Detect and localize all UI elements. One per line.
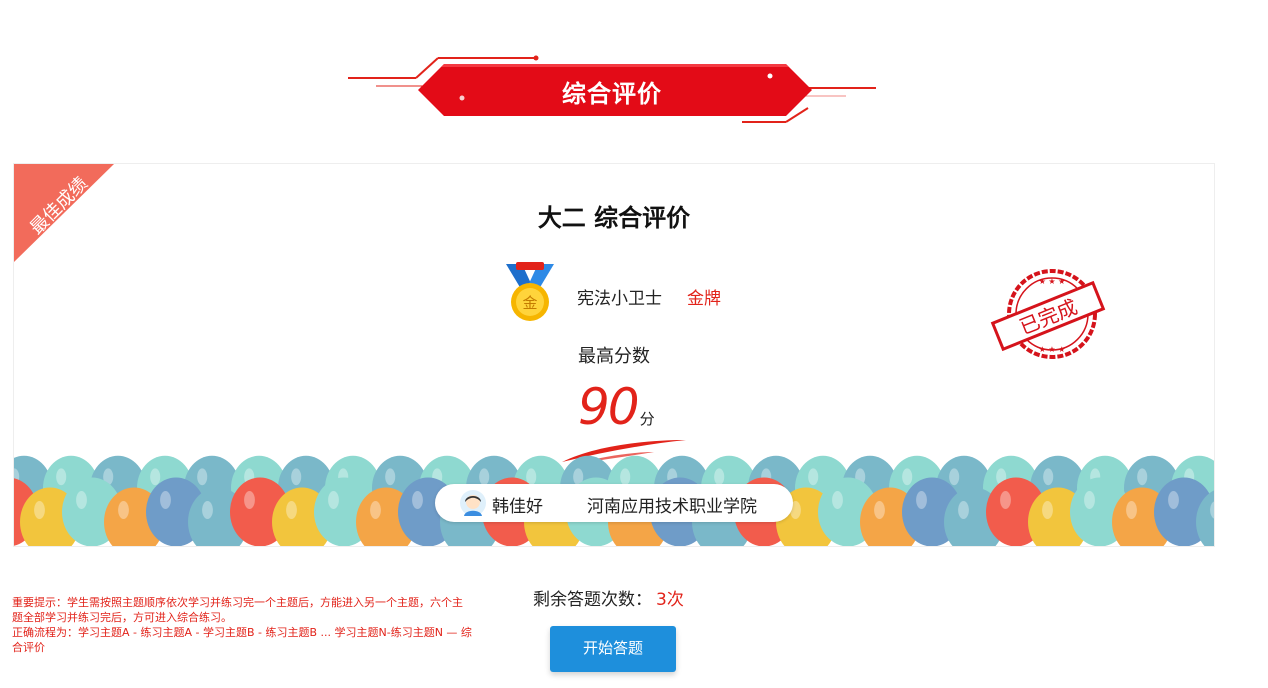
- svg-text:★ ★ ★: ★ ★ ★: [1039, 345, 1066, 354]
- balloon-highlight: [118, 501, 129, 519]
- score-unit: 分: [639, 410, 655, 428]
- balloon-highlight: [76, 491, 87, 509]
- balloon-highlight: [370, 501, 381, 519]
- balloon-highlight: [56, 468, 67, 486]
- completed-stamp-icon: 已完成 ★ ★ ★ ★ ★ ★: [986, 264, 1106, 364]
- remaining-attempts: 剩余答题次数： 3次: [533, 585, 684, 610]
- balloon-highlight: [902, 468, 913, 486]
- balloon-highlight: [197, 468, 208, 486]
- medal-level: 金牌: [687, 289, 721, 309]
- balloon-highlight: [291, 468, 302, 486]
- balloon-highlight: [808, 468, 819, 486]
- notice-line-2: 正确流程为：学习主题A - 练习主题A - 学习主题B - 练习主题B ... …: [12, 626, 472, 654]
- svg-text:★ ★ ★: ★ ★ ★: [1039, 277, 1066, 286]
- balloon-highlight: [949, 468, 960, 486]
- balloon-highlight: [34, 501, 45, 519]
- section-banner: 综合评价: [346, 52, 878, 128]
- balloon-highlight: [1168, 491, 1179, 509]
- balloon-highlight: [1126, 501, 1137, 519]
- score-display: 90 分: [578, 378, 655, 436]
- balloon-highlight: [714, 468, 725, 486]
- medal-icon-text: 金: [522, 294, 537, 312]
- balloon-highlight: [874, 501, 885, 519]
- remaining-attempts-label: 剩余答题次数：: [533, 590, 652, 610]
- balloon-highlight: [202, 501, 213, 519]
- balloon-highlight: [1137, 468, 1148, 486]
- balloon-highlight: [160, 491, 171, 509]
- balloon-highlight: [1084, 491, 1095, 509]
- card-title: 大二 综合评价: [537, 204, 691, 232]
- balloon-highlight: [832, 491, 843, 509]
- user-info-pill: 韩佳好 河南应用技术职业学院: [435, 484, 793, 522]
- balloon-highlight: [479, 468, 490, 486]
- balloon-highlight: [385, 468, 396, 486]
- balloon-highlight: [1000, 491, 1011, 509]
- balloon-highlight: [412, 491, 423, 509]
- important-notice: 重要提示：学生需按照主题顺序依次学习并练习完一个主题后，方能进入另一个主题，六个…: [12, 595, 472, 655]
- medal-name: 宪法小卫士: [577, 289, 662, 309]
- user-name: 韩佳好: [492, 497, 543, 517]
- balloon-highlight: [286, 501, 297, 519]
- balloon-highlight: [620, 468, 631, 486]
- banner-title: 综合评价: [562, 80, 662, 108]
- balloon-highlight: [1043, 468, 1054, 486]
- balloon-highlight: [244, 491, 255, 509]
- gold-medal-icon: 金: [502, 260, 558, 324]
- score-value: 90: [578, 378, 640, 436]
- balloon-highlight: [150, 468, 161, 486]
- evaluation-card: 最佳成绩 大二 综合评价 金 宪法小卫士 金牌 最高分数 90 分 已完成 ★ ★…: [13, 163, 1215, 547]
- balloon-highlight: [1042, 501, 1053, 519]
- start-answer-button[interactable]: 开始答题: [550, 626, 676, 672]
- notice-line-1: 重要提示：学生需按照主题顺序依次学习并练习完一个主题后，方能进入另一个主题，六个…: [12, 596, 463, 624]
- school-name: 河南应用技术职业学院: [587, 497, 757, 517]
- remaining-attempts-value: 3次: [656, 590, 684, 610]
- balloon-highlight: [958, 501, 969, 519]
- balloon-highlight: [328, 491, 339, 509]
- balloon-highlight: [916, 491, 927, 509]
- user-avatar-icon: [459, 489, 487, 517]
